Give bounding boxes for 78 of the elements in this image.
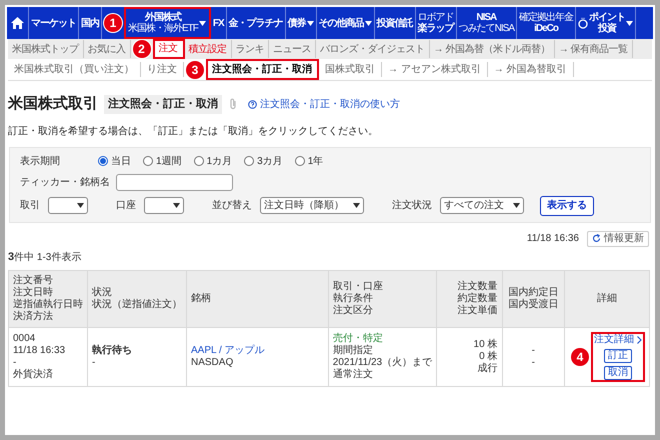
refresh-button[interactable]: 情報更新	[587, 230, 649, 246]
radio-button[interactable]	[98, 156, 108, 166]
sub-nav-tab[interactable]: 米国株式トップ	[8, 40, 84, 58]
order-nav-tab[interactable]: 注文照会・訂正・取消	[206, 59, 319, 80]
column-header: 状況 状況（逆指値注文）	[88, 270, 186, 328]
sub-nav-tab[interactable]: 積立設定	[184, 40, 232, 58]
refresh-icon	[592, 234, 601, 243]
submit-button[interactable]: 表示する	[540, 196, 594, 216]
sub-nav-tab[interactable]: → 保有商品一覧	[554, 40, 633, 58]
field-label: 表示期間	[20, 154, 61, 168]
caret-icon	[353, 203, 360, 208]
radio-option[interactable]: 1年	[294, 154, 324, 168]
radio-option[interactable]: 1カ月	[194, 154, 232, 168]
select-dropdown[interactable]: すべての注文	[440, 197, 524, 214]
update-time: 11/18 16:36	[526, 232, 579, 246]
radio-option[interactable]: 当日	[98, 154, 131, 168]
table-cell: 執行待ち -	[88, 328, 186, 386]
callout-frame	[591, 332, 645, 382]
radio-option[interactable]: 3カ月	[244, 154, 283, 168]
radio-button[interactable]	[143, 156, 153, 166]
instruction-text: 訂正・取消を希望する場合は、「訂正」または「取消」をクリックしてください。	[7, 124, 379, 138]
column-header: 注文番号 注文日時 逆指値執行日時 決済方法	[8, 270, 88, 328]
order-nav-tab[interactable]: り注文	[141, 62, 184, 77]
order-nav-tab[interactable]: → 外国為替取引	[488, 62, 574, 77]
result-count: 3件中 1-3件表示	[7, 250, 82, 264]
help-link[interactable]: 注文照会・訂正・取消の使い方	[248, 96, 400, 112]
column-header: 取引・口座 執行条件 注文区分	[328, 270, 437, 328]
table-cell: 0004 11/18 16:33 - 外貨決済	[8, 328, 88, 386]
condition-text: 通常注文	[332, 369, 374, 381]
condition-text: 2021/11/23（火）まで	[332, 357, 432, 368]
order-nav-tab[interactable]: 米国株式取引（買い注文）	[8, 62, 141, 77]
home-icon	[11, 17, 24, 29]
sub-nav-tab[interactable]: → 外国為替（米ドル両替）	[430, 40, 555, 58]
help-icon	[248, 100, 257, 109]
caret-icon	[77, 203, 84, 208]
column-header: 国内約定日 国内受渡日	[502, 270, 564, 328]
action-button[interactable]: 訂正	[604, 349, 632, 363]
detail-link[interactable]: 注文詳細	[594, 334, 642, 346]
field-label: 並び替え	[212, 198, 252, 213]
sub-nav-tab[interactable]: ランキ	[232, 40, 269, 58]
coin-icon	[578, 18, 588, 28]
trade-type: 売付・特定	[332, 333, 384, 344]
caret-icon	[173, 203, 180, 208]
field-label: 注文状況	[392, 198, 432, 213]
radio-button[interactable]	[194, 156, 204, 166]
field-label: 口座	[116, 198, 136, 213]
callout-badge: 2	[132, 40, 150, 58]
column-header: 注文数量 約定数量 注文単価	[436, 270, 502, 328]
table-cell: - -	[502, 328, 564, 386]
page-subtitle: 注文照会・訂正・取消	[104, 95, 222, 114]
radio-option[interactable]: 1週間	[143, 154, 182, 168]
ticker-input-field[interactable]	[116, 174, 233, 190]
column-header: 詳細	[564, 270, 650, 328]
page-title: 米国株式取引	[8, 94, 98, 114]
paperclip-icon	[228, 98, 238, 110]
table-cell: 10 株 0 株 成行	[436, 328, 502, 386]
caret-icon	[513, 203, 520, 208]
column-header: 銘柄	[186, 270, 328, 328]
sub-nav-tab[interactable]: お気に入	[84, 40, 130, 58]
symbol-link[interactable]: AAPL / アップル	[191, 345, 324, 357]
order-nav-tab[interactable]: 国株式取引	[319, 62, 382, 77]
callout-badge: 3	[186, 60, 204, 78]
callout-badge: 1	[104, 14, 122, 32]
radio-button[interactable]	[294, 156, 305, 166]
action-button[interactable]: 取消	[604, 366, 632, 380]
field-label: 取引	[20, 199, 40, 213]
callout-badge: 4	[571, 348, 589, 366]
select-dropdown[interactable]	[48, 197, 88, 214]
sub-nav-tab[interactable]: バロンズ・ダイジェスト	[316, 40, 430, 58]
market-name: NASDAQ	[191, 357, 234, 369]
chevron-right-icon	[637, 336, 642, 344]
radio-button[interactable]	[244, 156, 254, 166]
select-dropdown[interactable]: 注文日時（降順）	[260, 197, 364, 214]
sub-nav-tab[interactable]: ニュース	[269, 40, 316, 58]
order-nav-tab[interactable]: → アセアン株式取引	[382, 62, 488, 77]
condition-text: 期間指定	[332, 345, 374, 357]
select-dropdown[interactable]	[144, 197, 184, 214]
field-label: ティッカー・銘柄名	[20, 176, 110, 190]
